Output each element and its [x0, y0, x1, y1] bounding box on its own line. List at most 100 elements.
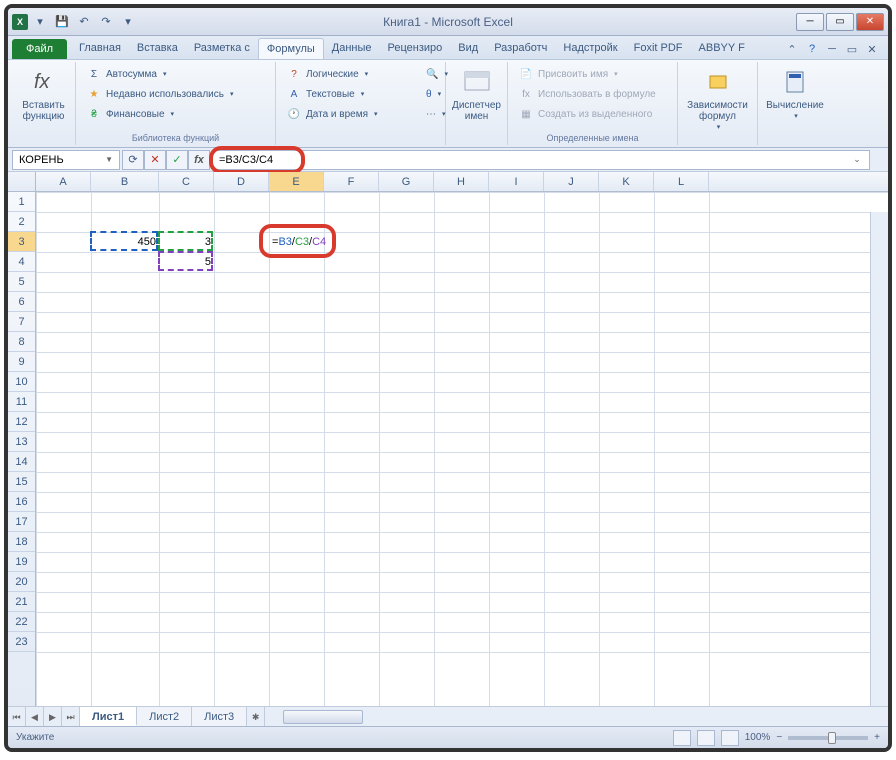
ribbon-tab-3[interactable]: Формулы — [258, 38, 324, 59]
row-header-18[interactable]: 18 — [8, 532, 35, 552]
row-header-14[interactable]: 14 — [8, 452, 35, 472]
select-all-corner[interactable] — [8, 172, 36, 191]
col-header-J[interactable]: J — [544, 172, 599, 191]
name-box[interactable]: КОРЕНЬ ▼ — [12, 150, 120, 170]
zoom-level[interactable]: 100% — [745, 732, 771, 743]
new-sheet-icon[interactable]: ✱ — [247, 707, 265, 726]
ribbon-tab-0[interactable]: Главная — [71, 38, 129, 59]
cell-B3[interactable]: 450 — [91, 232, 159, 252]
vertical-scrollbar[interactable] — [870, 212, 888, 706]
zoom-slider[interactable] — [788, 736, 868, 740]
page-layout-view-icon[interactable] — [697, 730, 715, 746]
fx-icon[interactable]: fx — [188, 150, 210, 170]
cells-area[interactable]: 45035 =B3/C3/C4 — [36, 192, 888, 706]
doc-close-icon[interactable]: ✕ — [864, 43, 880, 59]
qat-more[interactable]: ▾ — [118, 12, 138, 32]
row-header-22[interactable]: 22 — [8, 612, 35, 632]
row-header-8[interactable]: 8 — [8, 332, 35, 352]
row-header-11[interactable]: 11 — [8, 392, 35, 412]
col-header-D[interactable]: D — [214, 172, 269, 191]
row-header-20[interactable]: 20 — [8, 572, 35, 592]
more-fn-button[interactable]: ⋯▾ — [422, 104, 439, 124]
name-manager-button[interactable]: Диспетчер имен — [452, 64, 501, 124]
lookup-button[interactable]: 🔍▾ — [422, 64, 439, 84]
ribbon-tab-8[interactable]: Надстройк — [555, 38, 625, 59]
help-icon[interactable]: ? — [804, 43, 820, 59]
row-header-4[interactable]: 4 — [8, 252, 35, 272]
hscroll-thumb[interactable] — [283, 710, 363, 724]
ribbon-tab-4[interactable]: Данные — [324, 38, 380, 59]
col-header-E[interactable]: E — [269, 172, 324, 191]
calculation-button[interactable]: Вычисление ▾ — [764, 64, 826, 123]
row-header-3[interactable]: 3 — [8, 232, 35, 252]
ribbon-tab-10[interactable]: ABBYY F — [691, 38, 753, 59]
row-header-12[interactable]: 12 — [8, 412, 35, 432]
row-header-1[interactable]: 1 — [8, 192, 35, 212]
qat-dropdown[interactable]: ▾ — [30, 12, 50, 32]
row-header-23[interactable]: 23 — [8, 632, 35, 652]
ribbon-tab-1[interactable]: Вставка — [129, 38, 186, 59]
row-header-10[interactable]: 10 — [8, 372, 35, 392]
row-header-15[interactable]: 15 — [8, 472, 35, 492]
row-header-7[interactable]: 7 — [8, 312, 35, 332]
doc-restore-icon[interactable]: ▭ — [844, 43, 860, 59]
ribbon-tab-7[interactable]: Разработч — [486, 38, 555, 59]
formula-deps-button[interactable]: Зависимости формул ▾ — [684, 64, 751, 134]
logical-button[interactable]: ?Логические▾ — [282, 64, 410, 84]
cell-E3-editing[interactable]: =B3/C3/C4 — [269, 232, 329, 252]
sheet-nav-next-icon[interactable]: ▶ — [44, 707, 62, 726]
save-icon[interactable]: 💾 — [52, 12, 72, 32]
col-header-B[interactable]: B — [91, 172, 159, 191]
normal-view-icon[interactable] — [673, 730, 691, 746]
recent-button[interactable]: ★Недавно использовались▾ — [82, 84, 269, 104]
file-tab[interactable]: Файл — [12, 39, 67, 59]
col-header-G[interactable]: G — [379, 172, 434, 191]
row-header-5[interactable]: 5 — [8, 272, 35, 292]
row-header-6[interactable]: 6 — [8, 292, 35, 312]
sheet-nav-last-icon[interactable]: ⏭ — [62, 707, 80, 726]
ribbon-tab-6[interactable]: Вид — [450, 38, 486, 59]
undo-icon[interactable]: ↶ — [74, 12, 94, 32]
text-button[interactable]: AТекстовые▾ — [282, 84, 410, 104]
ribbon-tab-9[interactable]: Foxit PDF — [626, 38, 691, 59]
math-button[interactable]: θ▾ — [422, 84, 439, 104]
ribbon-tab-2[interactable]: Разметка с — [186, 38, 258, 59]
close-button[interactable]: ✕ — [856, 13, 884, 31]
horizontal-scrollbar[interactable] — [265, 707, 888, 726]
doc-minimize-icon[interactable]: ─ — [824, 43, 840, 59]
maximize-button[interactable]: ▭ — [826, 13, 854, 31]
page-break-view-icon[interactable] — [721, 730, 739, 746]
col-header-F[interactable]: F — [324, 172, 379, 191]
zoom-out-icon[interactable]: − — [776, 732, 782, 743]
row-header-19[interactable]: 19 — [8, 552, 35, 572]
formula-cancel-icon[interactable]: ✕ — [144, 150, 166, 170]
datetime-button[interactable]: 🕐Дата и время▾ — [282, 104, 410, 124]
insert-function-button[interactable]: fx Вставить функцию — [18, 64, 69, 124]
row-header-2[interactable]: 2 — [8, 212, 35, 232]
col-header-I[interactable]: I — [489, 172, 544, 191]
sheet-nav-prev-icon[interactable]: ◀ — [26, 707, 44, 726]
redo-icon[interactable]: ↷ — [96, 12, 116, 32]
cell-C3[interactable]: 3 — [159, 232, 214, 252]
row-header-17[interactable]: 17 — [8, 512, 35, 532]
ribbon-minimize-icon[interactable]: ⌃ — [784, 43, 800, 59]
cell-C4[interactable]: 5 — [159, 252, 214, 272]
autosum-button[interactable]: ΣАвтосумма▾ — [82, 64, 269, 84]
col-header-C[interactable]: C — [159, 172, 214, 191]
sheet-tab-Лист3[interactable]: Лист3 — [192, 707, 247, 726]
formula-input[interactable]: =B3/C3/C4 ⌄ — [212, 150, 870, 170]
row-header-13[interactable]: 13 — [8, 432, 35, 452]
formula-expand-icon[interactable]: ⌄ — [849, 154, 865, 165]
row-header-21[interactable]: 21 — [8, 592, 35, 612]
sheet-tab-Лист1[interactable]: Лист1 — [80, 707, 137, 726]
financial-button[interactable]: ₴Финансовые▾ — [82, 104, 269, 124]
col-header-H[interactable]: H — [434, 172, 489, 191]
formula-refresh-icon[interactable]: ⟳ — [122, 150, 144, 170]
name-box-dropdown-icon[interactable]: ▼ — [105, 155, 113, 164]
row-header-9[interactable]: 9 — [8, 352, 35, 372]
zoom-in-icon[interactable]: + — [874, 732, 880, 743]
ribbon-tab-5[interactable]: Рецензиро — [380, 38, 451, 59]
minimize-button[interactable]: ─ — [796, 13, 824, 31]
col-header-L[interactable]: L — [654, 172, 709, 191]
row-header-16[interactable]: 16 — [8, 492, 35, 512]
